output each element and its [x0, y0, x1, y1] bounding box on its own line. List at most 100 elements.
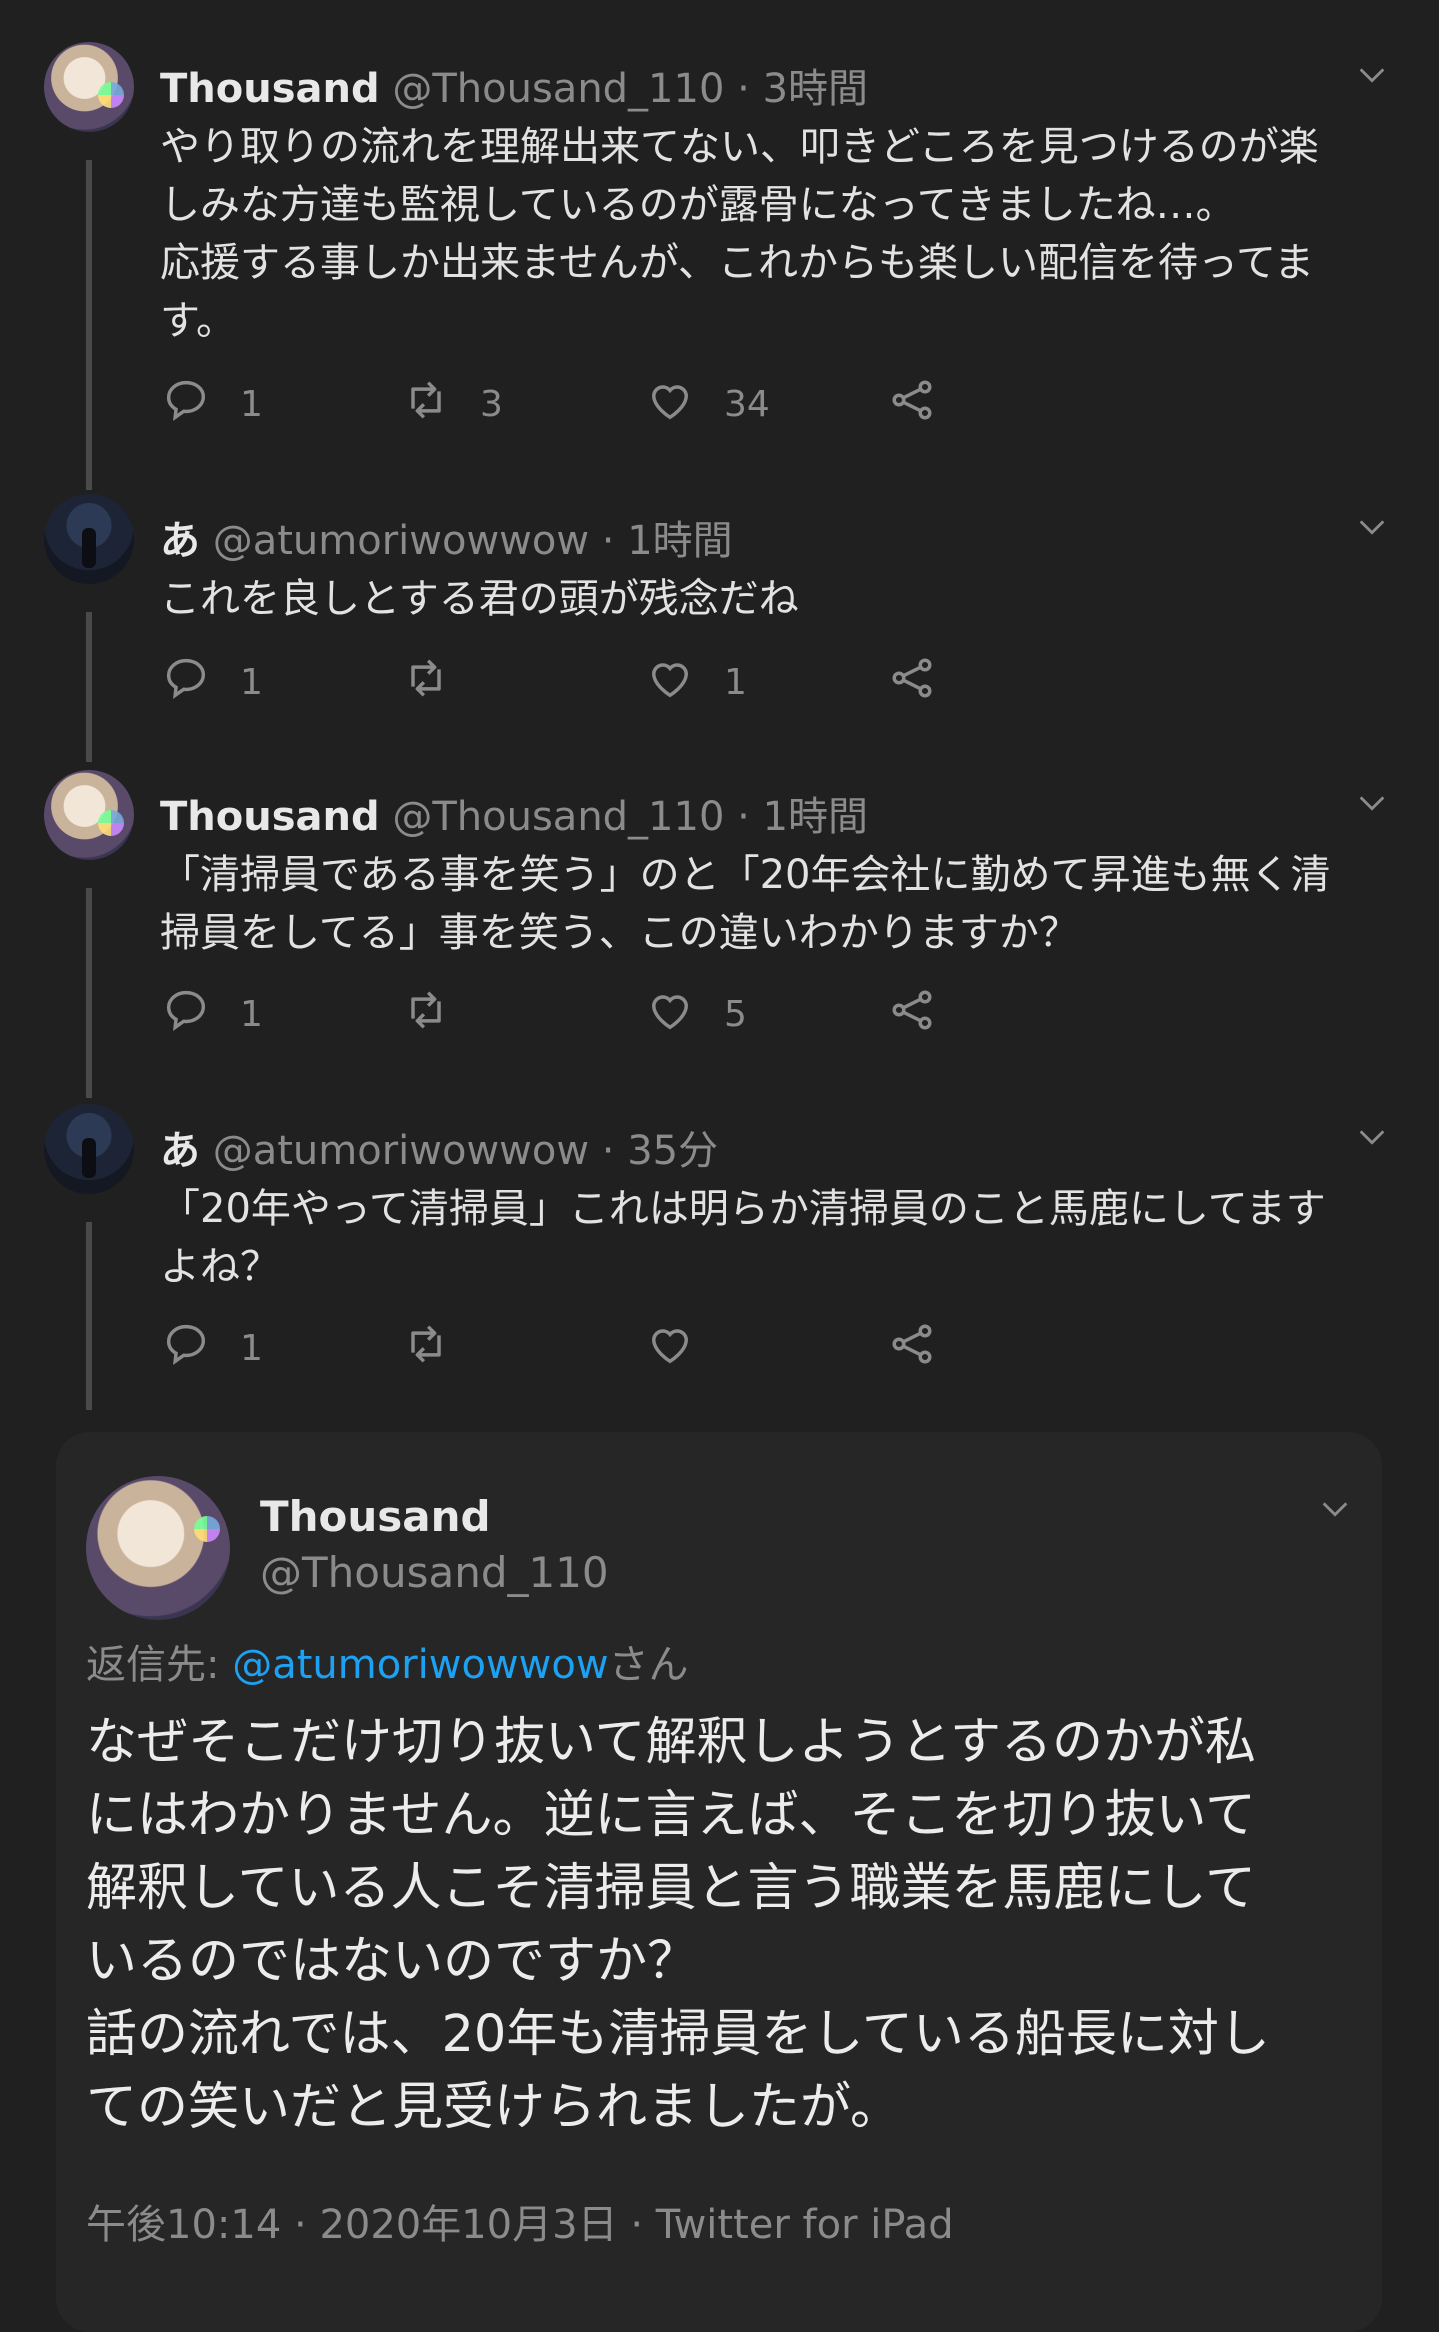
share-button[interactable]: [886, 1320, 938, 1376]
reply-count: 1: [240, 1327, 263, 1369]
tweet-text-line: 「20年やって清掃員」これは明らか清掃員のこと馬鹿にしてます: [160, 1186, 1326, 1232]
chevron-down-icon[interactable]: [1355, 1120, 1389, 1154]
author-name[interactable]: Thousand: [160, 794, 380, 840]
tweet-text: やり取りの流れを理解出来てない、叩きどころを見つけるのが楽 しみな方達も監視してい…: [160, 118, 1380, 350]
reply-to-label: 返信先:: [86, 1642, 220, 1688]
tweet-actions: 1 3 34: [160, 376, 960, 432]
tweet-text-line: にはわかりません。逆に言えば、そこを切り抜いて: [86, 1786, 1256, 1845]
share-icon: [886, 1318, 938, 1379]
heart-icon: [644, 374, 696, 435]
avatar[interactable]: [44, 42, 134, 132]
share-button[interactable]: [886, 654, 938, 710]
tweet-text-line: す。: [160, 298, 236, 344]
retweet-icon: [400, 652, 452, 713]
tweet-date[interactable]: 2020年10月3日: [319, 2202, 617, 2248]
thread-connector-line: [86, 612, 92, 762]
retweet-button[interactable]: [400, 986, 452, 1042]
chevron-down-icon[interactable]: [1355, 510, 1389, 544]
retweet-icon: [400, 1318, 452, 1379]
like-button[interactable]: 1: [644, 654, 747, 710]
author-name[interactable]: Thousand: [160, 66, 380, 112]
tweet-text-line: 「清掃員である事を笑う」のと「20年会社に勤めて昇進も無く清: [160, 852, 1331, 898]
share-icon: [886, 984, 938, 1045]
focused-tweet: Thousand @Thousand_110 返信先: @atumoriwoww…: [56, 1432, 1382, 2332]
tweet-actions: 15: [160, 986, 960, 1042]
tweet-text-line: しみな方達も監視しているのが露骨になってきましたね…。: [160, 182, 1236, 228]
chevron-down-icon[interactable]: [1355, 58, 1389, 92]
tweet-text-line: これを良しとする君の頭が残念だね: [160, 576, 799, 622]
reply-button[interactable]: 1: [160, 986, 263, 1042]
tweet-source[interactable]: Twitter for iPad: [656, 2202, 954, 2248]
tweet-text-line: ての笑いだと見受けられましたが。: [86, 2078, 901, 2137]
like-count: 34: [724, 383, 770, 425]
reply-count: 1: [240, 993, 263, 1035]
heart-icon: [644, 652, 696, 713]
share-icon: [886, 652, 938, 713]
share-button[interactable]: [886, 376, 938, 432]
retweet-button[interactable]: [400, 654, 452, 710]
reply-icon: [160, 984, 212, 1045]
author-handle[interactable]: @Thousand_110 ·: [380, 66, 763, 112]
tweet-text-line: なぜそこだけ切り抜いて解釈しようとするのかが私: [86, 1713, 1256, 1772]
tweet-meta: 午後10:14 · 2020年10月3日 · Twitter for iPad: [86, 2192, 954, 2250]
author-handle[interactable]: @atumoriwowwow ·: [200, 518, 627, 564]
avatar[interactable]: [86, 1476, 230, 1620]
reply-button[interactable]: 1: [160, 1320, 263, 1376]
avatar[interactable]: [44, 770, 134, 860]
retweet-count: 3: [480, 383, 503, 425]
thread-connector-line: [86, 888, 92, 1098]
tweet-header: あ @atumoriwowwow · 1時間: [160, 508, 733, 566]
like-button[interactable]: 5: [644, 986, 747, 1042]
heart-icon: [644, 984, 696, 1045]
reply-to-line: 返信先: @atumoriwowwowさん: [86, 1632, 689, 1690]
tweet-text: 「20年やって清掃員」これは明らか清掃員のこと馬鹿にしてます よね？: [160, 1180, 1380, 1296]
retweet-icon: [400, 374, 452, 435]
author-name[interactable]: あ: [160, 518, 200, 564]
like-count: 1: [724, 661, 747, 703]
tweet-text-line: 応援する事しか出来ませんが、これからも楽しい配信を待ってま: [160, 240, 1314, 286]
tweet-time[interactable]: 3時間: [763, 66, 868, 112]
tweet-header: Thousand @Thousand_110 · 1時間: [160, 784, 868, 842]
reply-to-suffix: さん: [608, 1642, 689, 1688]
tweet-header: あ @atumoriwowwow · 35分: [160, 1118, 718, 1176]
avatar[interactable]: [44, 494, 134, 584]
tweet-text-line: やり取りの流れを理解出来てない、叩きどころを見つけるのが楽: [160, 124, 1319, 170]
reply-to-mention[interactable]: @atumoriwowwow: [232, 1642, 608, 1688]
retweet-icon: [400, 984, 452, 1045]
heart-icon: [644, 1318, 696, 1379]
author-name[interactable]: あ: [160, 1128, 200, 1174]
reply-icon: [160, 374, 212, 435]
retweet-button[interactable]: 3: [400, 376, 503, 432]
tweet-text-line: 掃員をしてる」事を笑う、この違いわかりますか？: [160, 910, 1079, 956]
tweet-time[interactable]: 1時間: [763, 794, 868, 840]
tweet-text: これを良しとする君の頭が残念だね: [160, 570, 1380, 628]
author-handle[interactable]: @Thousand_110 ·: [380, 794, 763, 840]
chevron-down-icon[interactable]: [1318, 1492, 1352, 1526]
separator-dot: ·: [294, 2202, 307, 2248]
tweet-text-line: いるのではないのですか？: [86, 1932, 699, 1991]
tweet-time[interactable]: 午後10:14: [86, 2202, 281, 2248]
chevron-down-icon[interactable]: [1355, 786, 1389, 820]
like-button[interactable]: 34: [644, 376, 770, 432]
avatar[interactable]: [44, 1104, 134, 1194]
author-handle[interactable]: @atumoriwowwow ·: [200, 1128, 627, 1174]
reply-button[interactable]: 1: [160, 376, 263, 432]
thread-connector-line: [86, 1222, 92, 1410]
author-handle[interactable]: @Thousand_110: [260, 1548, 609, 1597]
tweet-header: Thousand @Thousand_110 · 3時間: [160, 56, 868, 114]
tweet-text-line: 解釈している人こそ清掃員と言う職業を馬鹿にして: [86, 1859, 1256, 1918]
tweet-actions: 11: [160, 654, 960, 710]
retweet-button[interactable]: [400, 1320, 452, 1376]
reply-icon: [160, 1318, 212, 1379]
thread-connector-line: [86, 160, 92, 490]
share-button[interactable]: [886, 986, 938, 1042]
tweet-time[interactable]: 35分: [627, 1128, 718, 1174]
tweet-text-line: よね？: [160, 1244, 280, 1290]
tweet-time[interactable]: 1時間: [627, 518, 732, 564]
reply-button[interactable]: 1: [160, 654, 263, 710]
tweet-text: 「清掃員である事を笑う」のと「20年会社に勤めて昇進も無く清 掃員をしてる」事を笑…: [160, 846, 1380, 962]
reply-icon: [160, 652, 212, 713]
tweet-actions: 1: [160, 1320, 960, 1376]
like-button[interactable]: [644, 1320, 696, 1376]
author-name[interactable]: Thousand: [260, 1492, 491, 1541]
